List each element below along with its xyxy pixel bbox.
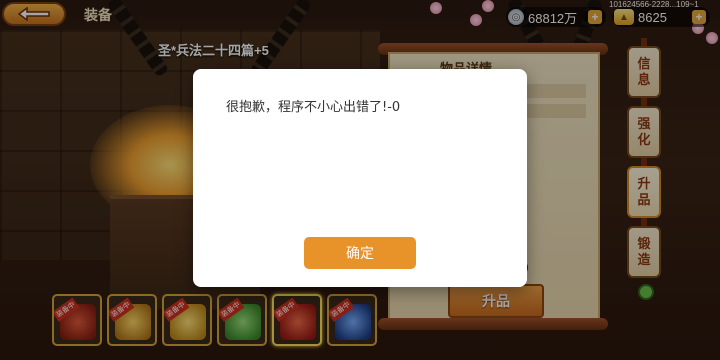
error-message: 很抱歉，程序不小心出错了!-0 bbox=[226, 100, 401, 115]
confirm-button[interactable]: 确定 bbox=[304, 237, 416, 269]
error-dialog: 很抱歉，程序不小心出错了!-0 确定 bbox=[193, 69, 527, 287]
game-screen: 装备 ◎ 68812万 + ▲ 8625 + 101624566-2228...… bbox=[0, 0, 720, 360]
